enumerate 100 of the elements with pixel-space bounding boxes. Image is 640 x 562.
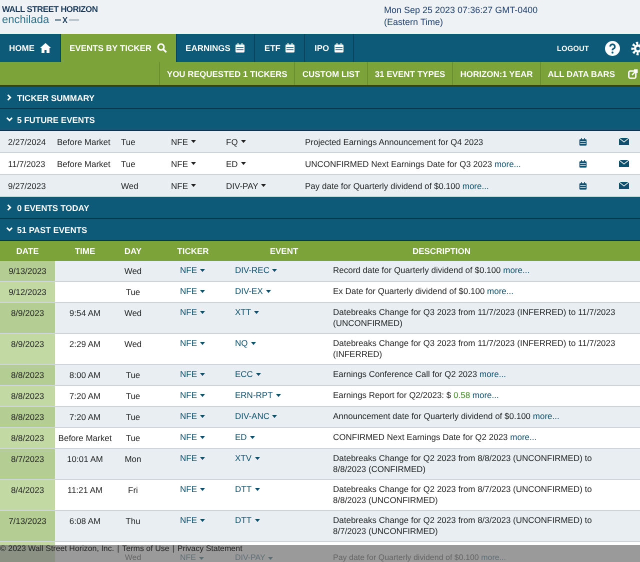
event-dropdown[interactable]: DIV-REC [235,265,278,275]
export-icon [628,68,638,78]
date-cell-text: 2/27/2024 [8,136,47,146]
section-header[interactable]: TICKER SUMMARY [0,87,640,109]
calendar-icon [235,43,246,53]
ticker-dropdown[interactable]: NFE [180,484,205,494]
event-description: Datebreaks Change for Q2 2023 from 8/7/2023 (UNCONFIRMED) to 8/8/2023 (UNCONFIRMED) [333,483,593,507]
event-dropdown[interactable]: DIV-EX [235,286,271,296]
copyright-text: © 2023 Wall Street Horizon, Inc. [0,545,114,553]
event-dropdown[interactable]: ECC [235,369,261,379]
ticker-dropdown[interactable]: NFE [180,369,205,379]
event-description: Pay date for Quarterly dividend of $0.100 more... [305,180,490,190]
event-dropdown[interactable]: ED [226,158,305,168]
column-header: DESCRIPTION [411,246,472,256]
day-cell-text: Wed [123,265,143,276]
caret-icon [256,372,261,376]
date-cell: 8/9/2023 [0,303,55,333]
time-cell-text: 7:20 AM [68,411,102,422]
more-link[interactable]: more... [479,369,506,379]
time-cell-text: Before Market [57,432,113,443]
date-cell: 8/4/2023 [0,480,55,510]
footer-link[interactable]: Terms of Use [122,545,170,553]
event-dropdown[interactable]: FQ [226,136,305,146]
event-description: Datebreaks Change for Q3 2023 from 11/7/2023 (INFERRED) to 11/7/2023 (INFERRED) [333,337,616,361]
time-cell-text: Before Market [57,158,112,168]
calendar-icon [579,182,587,190]
more-link[interactable]: more... [532,411,560,421]
column-header: TIME [74,246,96,256]
date-cell: 8/8/2023 [0,386,55,406]
time-cell-text: 9:54 AM [68,307,102,318]
time-cell-text: Before Market [57,136,112,146]
time-cell-text: 2:29 AM [68,338,102,349]
ticker-dropdown[interactable]: NFE [180,307,205,317]
day-cell-text: Tue [124,369,142,380]
event-dropdown[interactable]: DIV-ANC [235,411,278,421]
event-dropdown[interactable]: DTT [235,515,260,525]
caret-icon [250,436,255,438]
day-cell-text: Tue [121,136,136,146]
clock: Mon Sep 25 2023 07:36:27 GMT-0400 [384,4,538,16]
timezone: (Eastern Time) [384,16,444,28]
more-link[interactable]: more... [462,180,489,190]
ticker-dropdown[interactable]: NFE [171,158,226,168]
ticker-dropdown[interactable]: NFE [180,515,205,525]
section-header[interactable]: 0 EVENTS TODAY [0,197,640,219]
time-cell-text: 7:20 AM [68,390,102,401]
day-cell-text: Thu [124,515,142,526]
more-link[interactable]: more... [510,432,537,442]
envelope-icon [619,138,629,145]
day-cell-text: Wed [123,338,143,349]
event-dropdown[interactable]: DIV-PAY [226,180,305,190]
caret-icon [200,290,205,292]
more-link[interactable]: more... [503,265,530,275]
caret-icon [276,394,281,396]
event-description: Datebreaks Change for Q2 2023 from 8/8/2023 (UNCONFIRMED) to 8/8/2023 (CONFIRMED) [333,452,593,476]
ticker-dropdown[interactable]: NFE [180,432,205,442]
envelope-icon [619,182,629,189]
event-description: Announcement date for Quarterly dividend of $0.100 more... [333,410,560,423]
date-cell-text: 9/27/2023 [8,180,47,190]
help-icon[interactable] [605,40,620,56]
caret-icon [254,310,260,314]
event-dropdown[interactable]: DTT [235,484,260,494]
ticker-dropdown[interactable]: NFE [171,180,226,190]
time-cell-text: 11:21 AM [66,484,104,495]
ticker-dropdown[interactable]: NFE [180,265,205,275]
settings-icon[interactable] [630,40,640,56]
section-header[interactable]: 5 FUTURE EVENTS [0,109,640,131]
event-description: Datebreaks Change for Q2 2023 from 8/3/2023 (UNCONFIRMED) to 8/7/2023 (UNCONFIRMED) [333,514,593,538]
column-header: TICKER [176,246,210,256]
ticker-dropdown[interactable]: NFE [180,411,205,421]
calendar-icon [334,43,344,53]
date-cell: 8/8/2023 [0,407,55,427]
caret-icon [266,290,271,292]
ticker-dropdown[interactable]: NFE [180,453,205,463]
footer-link[interactable]: Privacy Statement [177,545,242,553]
event-dropdown[interactable]: XTT [235,307,260,317]
caret-icon [272,414,278,418]
ticker-dropdown[interactable]: NFE [171,136,226,146]
event-dropdown[interactable]: XTV [235,453,260,463]
envelope-icon [619,160,629,167]
caret-icon [272,268,278,272]
date-cell: 9/12/2023 [0,282,55,302]
more-link[interactable]: more... [494,158,521,168]
date-cell: 8/7/2023 [0,449,55,479]
ticker-dropdown[interactable]: NFE [180,338,205,348]
separator-text: | [172,545,174,553]
caret-icon [200,342,205,344]
ticker-dropdown[interactable]: NFE [180,286,205,296]
caret-icon [200,518,205,522]
event-description: Projected Earnings Announcement for Q4 2023 [305,136,484,146]
more-link[interactable]: more... [472,390,499,400]
ticker-dropdown[interactable]: NFE [180,390,205,400]
date-cell: 8/9/2023 [0,334,55,364]
more-link[interactable]: more... [487,286,514,296]
caret-icon [254,488,260,490]
event-dropdown[interactable]: ED [235,432,255,442]
day-cell-text: Fri [127,484,139,495]
section-header[interactable]: 51 PAST EVENTS [0,219,640,241]
caret-icon [191,140,196,143]
event-dropdown[interactable]: NQ [235,338,256,348]
event-dropdown[interactable]: ERN-RPT [235,390,281,400]
